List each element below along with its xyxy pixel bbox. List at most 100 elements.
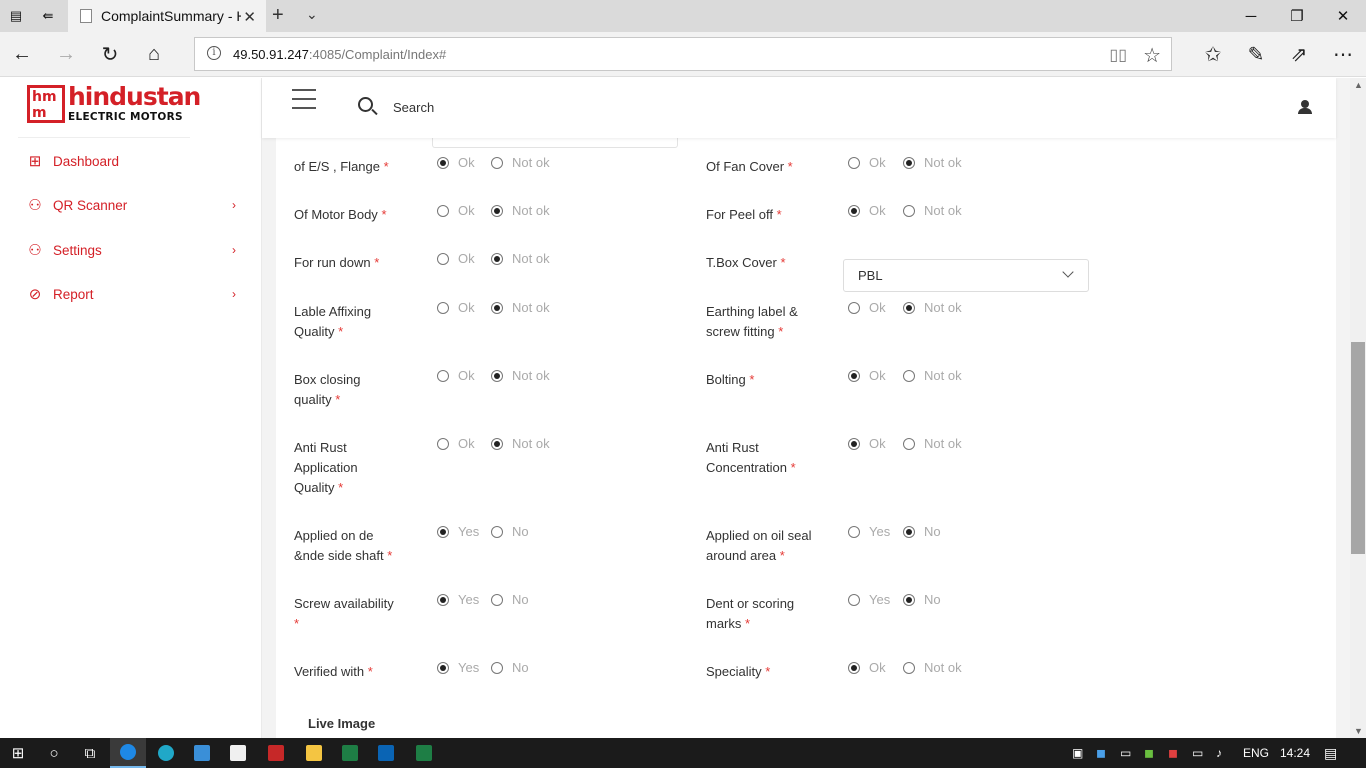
more-menu-icon[interactable]: ⋯: [1323, 32, 1363, 77]
action-center-icon[interactable]: ▤: [1324, 738, 1337, 768]
radio-option[interactable]: Ok: [437, 251, 475, 266]
sidebar-item-settings[interactable]: ⚇ Settings ›: [0, 232, 262, 268]
sidebar-item-dashboard[interactable]: ⊞ Dashboard: [0, 143, 262, 179]
radio-circle-icon[interactable]: [491, 252, 503, 265]
radio-option[interactable]: No: [491, 592, 529, 607]
radio-circle-icon[interactable]: [437, 156, 449, 169]
radio-circle-icon[interactable]: [848, 525, 860, 538]
radio-circle-icon[interactable]: [491, 437, 503, 450]
radio-circle-icon[interactable]: [903, 525, 915, 538]
radio-option[interactable]: No: [903, 592, 941, 607]
radio-option[interactable]: Not ok: [903, 368, 962, 383]
radio-option[interactable]: Not ok: [903, 300, 962, 315]
radio-circle-icon[interactable]: [437, 437, 449, 450]
radio-option[interactable]: Not ok: [903, 155, 962, 170]
radio-option[interactable]: Ok: [848, 155, 886, 170]
radio-circle-icon[interactable]: [903, 204, 915, 217]
radio-circle-icon[interactable]: [903, 156, 915, 169]
radio-option[interactable]: Ok: [437, 368, 475, 383]
new-tab-icon[interactable]: +: [272, 4, 284, 27]
radio-circle-icon[interactable]: [437, 252, 449, 265]
language-indicator[interactable]: ENG: [1243, 738, 1269, 768]
radio-circle-icon[interactable]: [848, 437, 860, 450]
radio-circle-icon[interactable]: [903, 661, 915, 674]
excel-window-icon[interactable]: [406, 738, 442, 768]
radio-option[interactable]: Ok: [848, 436, 886, 451]
radio-circle-icon[interactable]: [437, 593, 449, 606]
scrollbar-thumb[interactable]: [1351, 342, 1365, 554]
radio-circle-icon[interactable]: [848, 156, 860, 169]
company-logo[interactable]: hm m hindustan ELECTRIC MOTORS: [18, 78, 201, 138]
radio-option[interactable]: Not ok: [491, 203, 550, 218]
radio-circle-icon[interactable]: [903, 369, 915, 382]
pdf-reader-icon[interactable]: [258, 738, 294, 768]
clock[interactable]: 14:24: [1280, 738, 1310, 768]
radio-option[interactable]: Ok: [437, 155, 475, 170]
tab-preview-chevron-icon[interactable]: ⌄: [306, 6, 318, 23]
sidebar-item-qr-scanner[interactable]: ⚇ QR Scanner ›: [0, 187, 262, 223]
radio-option[interactable]: Not ok: [491, 368, 550, 383]
radio-circle-icon[interactable]: [903, 301, 915, 314]
radio-circle-icon[interactable]: [437, 369, 449, 382]
search-icon[interactable]: [358, 97, 373, 112]
radio-circle-icon[interactable]: [848, 301, 860, 314]
scroll-down-icon[interactable]: ▼: [1354, 726, 1363, 736]
close-window-icon[interactable]: ✕: [1320, 0, 1366, 32]
tbox-cover-select[interactable]: PBL: [843, 259, 1089, 292]
app-window-icon[interactable]: [184, 738, 220, 768]
site-info-icon[interactable]: i: [207, 46, 221, 60]
reading-view-icon[interactable]: ▯▯: [1109, 45, 1127, 65]
sidebar-item-report[interactable]: ⊘ Report ›: [0, 276, 262, 312]
home-icon[interactable]: ⌂: [134, 32, 174, 77]
radio-option[interactable]: Ok: [848, 368, 886, 383]
radio-circle-icon[interactable]: [903, 593, 915, 606]
hamburger-menu-icon[interactable]: [292, 89, 316, 116]
radio-option[interactable]: Ok: [437, 300, 475, 315]
refresh-icon[interactable]: ↻: [90, 32, 130, 77]
web-note-pen-icon[interactable]: ✎: [1236, 32, 1276, 77]
radio-option[interactable]: Not ok: [903, 436, 962, 451]
radio-circle-icon[interactable]: [437, 525, 449, 538]
radio-circle-icon[interactable]: [491, 301, 503, 314]
edge-chromium-icon[interactable]: [148, 738, 184, 768]
radio-circle-icon[interactable]: [437, 301, 449, 314]
radio-option[interactable]: No: [903, 524, 941, 539]
back-icon[interactable]: ←: [2, 32, 42, 77]
close-tab-icon[interactable]: ✕: [243, 8, 256, 26]
radio-option[interactable]: Not ok: [491, 436, 550, 451]
store-icon[interactable]: [220, 738, 256, 768]
cortana-search-icon[interactable]: ○: [36, 738, 72, 768]
radio-circle-icon[interactable]: [848, 593, 860, 606]
radio-circle-icon[interactable]: [903, 437, 915, 450]
favorites-list-icon[interactable]: ✩: [1193, 32, 1233, 77]
page-scrollbar[interactable]: ▲ ▼: [1350, 78, 1366, 738]
excel-icon[interactable]: [332, 738, 368, 768]
set-aside-tabs-icon[interactable]: ⇚: [32, 0, 64, 32]
radio-circle-icon[interactable]: [491, 204, 503, 217]
radio-circle-icon[interactable]: [491, 156, 503, 169]
browser-tab[interactable]: ComplaintSummary - H ✕: [68, 0, 266, 32]
radio-option[interactable]: Not ok: [491, 251, 550, 266]
radio-circle-icon[interactable]: [491, 593, 503, 606]
radio-circle-icon[interactable]: [848, 661, 860, 674]
radio-option[interactable]: Not ok: [491, 300, 550, 315]
radio-option[interactable]: Ok: [437, 203, 475, 218]
radio-option[interactable]: Yes: [437, 592, 479, 607]
file-explorer-icon[interactable]: [296, 738, 332, 768]
radio-option[interactable]: Not ok: [491, 155, 550, 170]
scroll-up-icon[interactable]: ▲: [1354, 80, 1363, 90]
share-icon[interactable]: ⇗: [1279, 32, 1319, 77]
windows-start-icon[interactable]: ⊞: [0, 738, 36, 768]
url-text[interactable]: 49.50.91.247:4085/Complaint/Index#: [233, 47, 446, 62]
outlook-icon[interactable]: [368, 738, 404, 768]
user-profile-icon[interactable]: [1298, 100, 1312, 114]
radio-circle-icon[interactable]: [437, 661, 449, 674]
restore-icon[interactable]: ❐: [1274, 0, 1320, 32]
radio-circle-icon[interactable]: [491, 369, 503, 382]
radio-option[interactable]: Yes: [437, 660, 479, 675]
radio-option[interactable]: Ok: [848, 203, 886, 218]
forward-icon[interactable]: →: [46, 32, 86, 77]
radio-option[interactable]: Yes: [437, 524, 479, 539]
radio-option[interactable]: Ok: [437, 436, 475, 451]
radio-option[interactable]: No: [491, 660, 529, 675]
